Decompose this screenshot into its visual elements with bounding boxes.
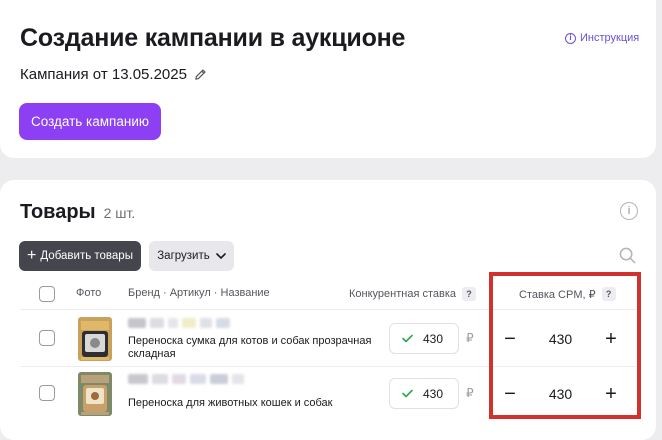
- help-icon[interactable]: ?: [601, 287, 616, 301]
- cpm-bid-value[interactable]: 430: [549, 331, 572, 347]
- upload-label: Загрузить: [157, 250, 210, 262]
- product-thumbnail[interactable]: [78, 317, 112, 361]
- cpm-bid-stepper: − 430 +: [498, 322, 623, 356]
- currency-sign: ₽: [466, 331, 474, 345]
- info-icon: i: [565, 32, 576, 44]
- add-goods-label: Добавить товары: [40, 250, 133, 262]
- search-icon[interactable]: [619, 247, 636, 264]
- competitive-bid-field: 430: [389, 378, 459, 409]
- select-all-checkbox[interactable]: [39, 286, 55, 302]
- column-header-cpm-bid: Ставка CPM, ₽ ?: [519, 287, 616, 301]
- product-thumbnail[interactable]: [78, 372, 112, 416]
- campaign-name-text: Кампания от 13.05.2025: [20, 66, 187, 83]
- row-divider: [20, 366, 636, 367]
- campaign-name: Кампания от 13.05.2025: [20, 66, 207, 83]
- campaign-header-card: Создание кампании в аукционе i Инструкци…: [0, 0, 656, 158]
- increment-button[interactable]: +: [599, 327, 623, 351]
- column-header-photo-label: Фото: [76, 287, 102, 299]
- row-divider: [20, 309, 636, 310]
- cpm-bid-value[interactable]: 430: [549, 386, 572, 402]
- product-name[interactable]: Переноска для животных кошек и собак: [128, 397, 378, 410]
- goods-count: 2 шт.: [103, 205, 136, 221]
- column-header-cpm-bid-label: Ставка CPM, ₽: [519, 288, 596, 301]
- chevron-down-icon: [215, 252, 226, 259]
- column-header-photo: Фото: [76, 287, 101, 299]
- decrement-button[interactable]: −: [498, 382, 522, 406]
- create-campaign-button[interactable]: Создать кампанию: [19, 103, 161, 140]
- product-name[interactable]: Переноска сумка для котов и собак прозра…: [128, 335, 378, 361]
- pencil-icon[interactable]: [194, 68, 207, 81]
- goods-section-title: Товары 2 шт.: [20, 201, 135, 224]
- decrement-button[interactable]: −: [498, 327, 522, 351]
- row-checkbox[interactable]: [39, 330, 55, 346]
- column-header-brand: Бренд · Артикул · Название: [128, 287, 270, 299]
- instruction-link[interactable]: i Инструкция: [565, 32, 639, 44]
- brand-article-blurred: [128, 374, 244, 384]
- check-icon: [402, 389, 413, 398]
- cpm-bid-stepper: − 430 +: [498, 377, 623, 411]
- upload-dropdown-button[interactable]: Загрузить: [149, 241, 234, 271]
- help-icon[interactable]: ?: [462, 287, 477, 301]
- increment-button[interactable]: +: [599, 382, 623, 406]
- goods-title: Товары: [20, 201, 96, 223]
- check-icon: [402, 334, 413, 343]
- competitive-bid-value: 430: [423, 331, 444, 346]
- instruction-label: Инструкция: [580, 32, 640, 44]
- competitive-bid-value: 430: [423, 386, 444, 401]
- currency-sign: ₽: [466, 386, 474, 400]
- goods-card: Товары 2 шт. i + Добавить товары Загрузи…: [0, 180, 656, 440]
- brand-article-blurred: [128, 318, 230, 328]
- plus-icon: +: [27, 247, 37, 264]
- page-title: Создание кампании в аукционе: [20, 24, 406, 52]
- column-header-competitive-bid: Конкурентная ставка ?: [349, 287, 477, 301]
- column-header-brand-label: Бренд · Артикул · Название: [128, 287, 270, 299]
- competitive-bid-field: 430: [389, 323, 459, 354]
- row-checkbox[interactable]: [39, 385, 55, 401]
- column-header-competitive-bid-label: Конкурентная ставка: [349, 288, 457, 300]
- info-icon[interactable]: i: [620, 202, 638, 220]
- add-goods-button[interactable]: + Добавить товары: [19, 241, 141, 271]
